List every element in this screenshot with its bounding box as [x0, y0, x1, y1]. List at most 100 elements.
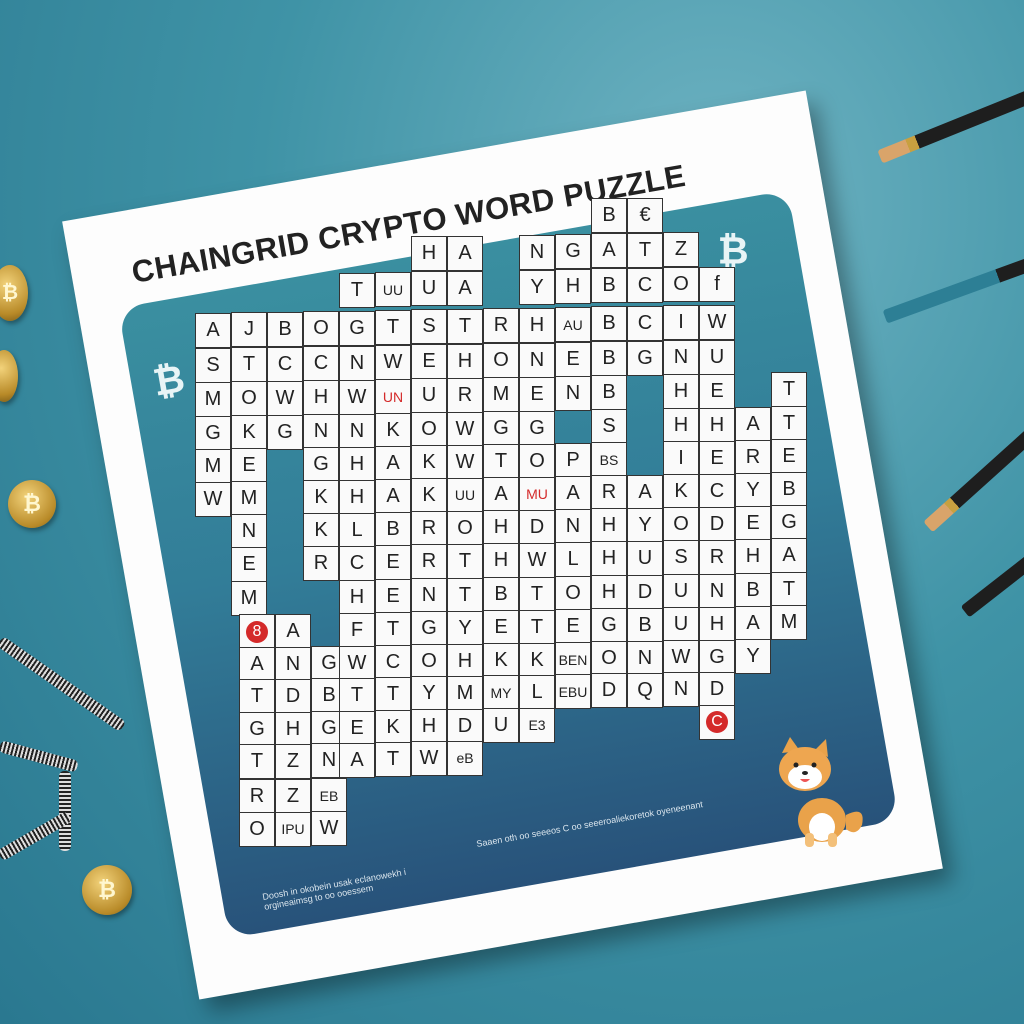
grid-cell[interactable]: G: [555, 234, 591, 269]
grid-cell[interactable]: W: [339, 379, 375, 415]
grid-cell[interactable]: K: [483, 643, 519, 679]
grid-cell[interactable]: Y: [411, 676, 447, 712]
grid-cell[interactable]: A: [275, 613, 311, 649]
grid-cell[interactable]: T: [339, 272, 375, 308]
grid-cell[interactable]: H: [699, 407, 735, 443]
grid-cell[interactable]: H: [275, 711, 311, 747]
grid-cell[interactable]: H: [591, 541, 627, 577]
grid-cell[interactable]: H: [447, 643, 483, 679]
grid-cell[interactable]: U: [483, 708, 519, 744]
grid-cell[interactable]: G: [591, 608, 627, 644]
grid-cell[interactable]: UU: [375, 272, 411, 307]
grid-cell[interactable]: Z: [663, 232, 699, 268]
grid-cell[interactable]: E: [483, 610, 519, 646]
grid-cell[interactable]: N: [339, 413, 375, 449]
grid-cell[interactable]: Y: [447, 610, 483, 646]
grid-cell[interactable]: E: [375, 579, 411, 614]
grid-cell[interactable]: A: [447, 270, 483, 306]
grid-cell[interactable]: U: [663, 607, 699, 643]
grid-cell[interactable]: W: [311, 811, 347, 847]
grid-cell[interactable]: N: [663, 672, 699, 708]
grid-cell[interactable]: N: [519, 234, 555, 270]
grid-cell[interactable]: O: [303, 311, 339, 347]
grid-cell[interactable]: W: [699, 304, 735, 340]
grid-cell[interactable]: C: [303, 346, 339, 382]
grid-cell[interactable]: N: [555, 509, 591, 544]
grid-cell[interactable]: L: [519, 674, 555, 710]
grid-cell[interactable]: H: [555, 269, 591, 304]
grid-cell[interactable]: R: [239, 779, 275, 815]
grid-cell[interactable]: O: [447, 510, 483, 546]
grid-cell[interactable]: E: [339, 710, 375, 746]
grid-cell[interactable]: O: [591, 641, 627, 677]
grid-cell[interactable]: G: [339, 310, 375, 346]
grid-cell[interactable]: H: [483, 543, 519, 579]
grid-cell[interactable]: R: [483, 308, 519, 344]
grid-cell[interactable]: M: [447, 675, 483, 711]
grid-cell[interactable]: W: [663, 640, 699, 676]
grid-cell[interactable]: L: [339, 512, 375, 548]
grid-cell[interactable]: A: [735, 606, 771, 641]
grid-cell[interactable]: EBU: [555, 674, 591, 709]
grid-cell[interactable]: K: [411, 445, 447, 481]
grid-cell[interactable]: MY: [483, 675, 519, 711]
grid-cell[interactable]: R: [411, 511, 447, 547]
grid-cell[interactable]: T: [231, 347, 267, 383]
grid-cell[interactable]: W: [339, 645, 375, 681]
grid-cell[interactable]: K: [303, 513, 339, 549]
grid-cell[interactable]: G: [483, 411, 519, 447]
grid-cell[interactable]: G: [267, 414, 303, 450]
grid-cell[interactable]: G: [519, 410, 555, 446]
grid-cell[interactable]: K: [231, 415, 267, 451]
grid-cell[interactable]: eB: [447, 740, 483, 776]
grid-cell[interactable]: K: [519, 642, 555, 678]
grid-cell[interactable]: UU: [447, 477, 483, 513]
grid-cell[interactable]: T: [483, 444, 519, 480]
grid-cell[interactable]: B: [591, 341, 627, 377]
grid-cell[interactable]: A: [447, 235, 483, 271]
grid-cell[interactable]: C: [627, 305, 663, 341]
grid-cell[interactable]: D: [447, 708, 483, 744]
grid-cell[interactable]: O: [663, 507, 699, 543]
grid-cell[interactable]: f: [699, 266, 735, 302]
grid-cell[interactable]: R: [411, 544, 447, 580]
grid-cell[interactable]: 8: [239, 614, 275, 650]
grid-cell[interactable]: T: [239, 679, 275, 715]
grid-cell[interactable]: U: [663, 574, 699, 610]
grid-cell[interactable]: H: [339, 579, 375, 615]
grid-cell[interactable]: A: [375, 446, 411, 481]
grid-cell[interactable]: T: [375, 677, 411, 712]
grid-cell[interactable]: H: [699, 606, 735, 642]
grid-cell[interactable]: R: [303, 546, 339, 582]
grid-cell[interactable]: J: [231, 312, 267, 348]
grid-cell[interactable]: N: [699, 573, 735, 609]
grid-cell[interactable]: D: [627, 574, 663, 610]
grid-cell[interactable]: G: [627, 340, 663, 376]
grid-cell[interactable]: AU: [555, 307, 591, 342]
grid-cell[interactable]: W: [411, 741, 447, 777]
grid-cell[interactable]: E: [555, 342, 591, 377]
grid-cell[interactable]: E: [411, 344, 447, 380]
grid-cell[interactable]: E: [375, 545, 411, 580]
grid-cell[interactable]: D: [699, 506, 735, 542]
grid-cell[interactable]: M: [231, 481, 267, 517]
grid-cell[interactable]: EB: [311, 778, 347, 814]
grid-cell[interactable]: T: [339, 677, 375, 713]
grid-cell[interactable]: C: [627, 267, 663, 303]
grid-cell[interactable]: B: [591, 375, 627, 411]
grid-cell[interactable]: W: [267, 380, 303, 416]
grid-cell[interactable]: N: [303, 414, 339, 450]
grid-cell[interactable]: L: [555, 542, 591, 577]
grid-cell[interactable]: F: [339, 612, 375, 648]
grid-cell[interactable]: N: [231, 514, 267, 550]
grid-cell[interactable]: U: [411, 271, 447, 307]
grid-cell[interactable]: T: [519, 609, 555, 645]
grid-cell[interactable]: E: [231, 448, 267, 484]
grid-cell[interactable]: G: [411, 611, 447, 647]
grid-cell[interactable]: C: [699, 704, 735, 740]
grid-cell[interactable]: G: [771, 505, 807, 541]
grid-cell[interactable]: H: [411, 236, 447, 272]
grid-cell[interactable]: H: [339, 446, 375, 482]
grid-cell[interactable]: D: [275, 678, 311, 714]
grid-cell[interactable]: H: [735, 539, 771, 574]
